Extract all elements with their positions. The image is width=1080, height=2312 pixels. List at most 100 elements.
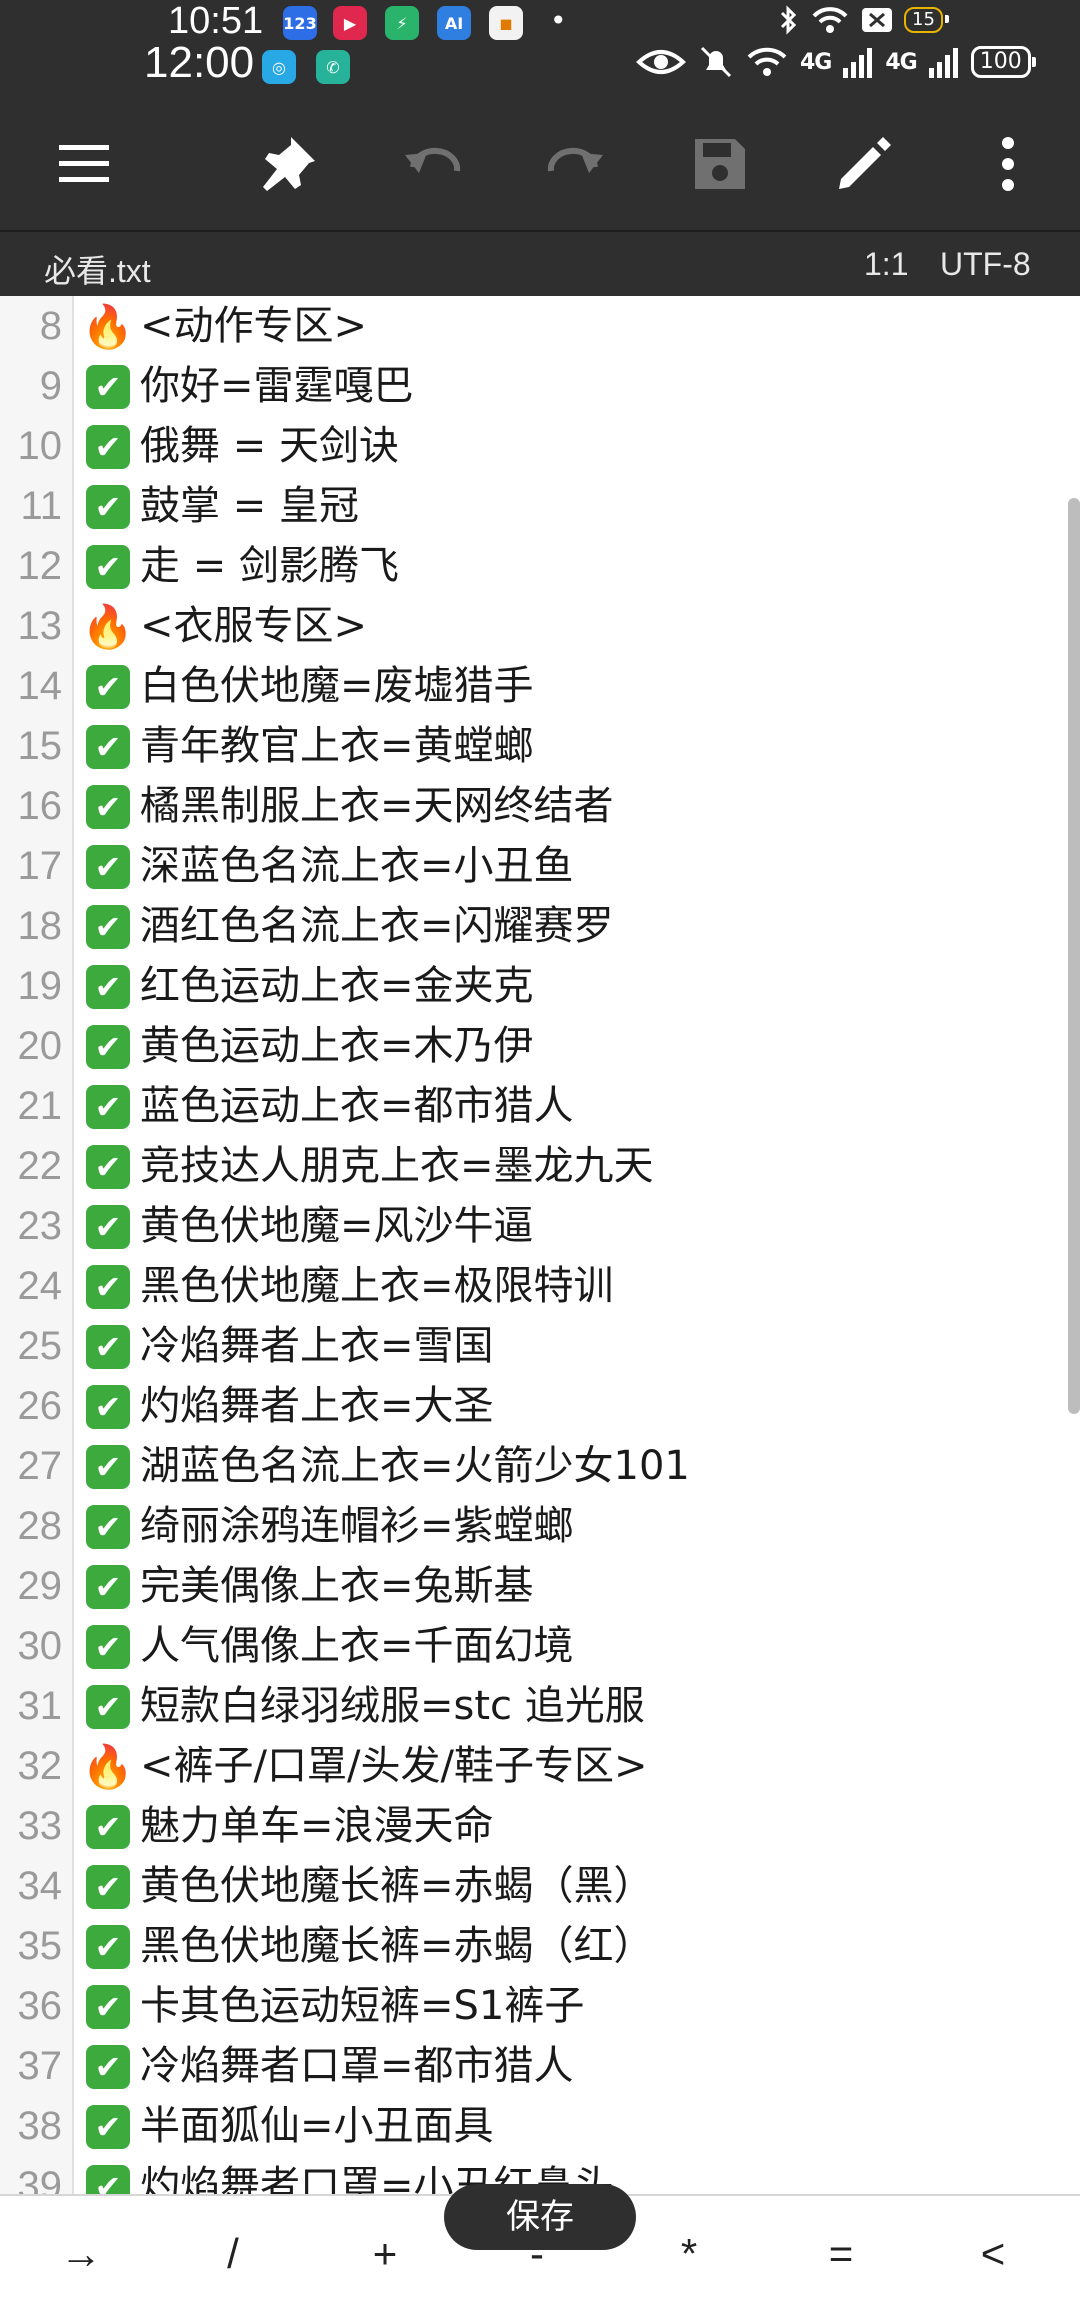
editor-line[interactable]: 25 ✔ 冷焰舞者上衣=雪国 [0, 1316, 1080, 1376]
line-text[interactable]: 俄舞 = 天剑诀 [140, 416, 399, 476]
scrollbar-thumb[interactable] [1068, 498, 1080, 1414]
symbol-equals-key[interactable]: = [776, 2214, 906, 2294]
menu-button[interactable] [36, 116, 132, 212]
line-text[interactable]: 鼓掌 = 皇冠 [140, 476, 359, 536]
status-row2-right: 4G 4G 100 [636, 44, 1036, 80]
symbol-arrow-key[interactable]: → [16, 2214, 146, 2294]
line-text[interactable]: 你好=雷霆嘎巴 [140, 356, 414, 416]
edit-button[interactable] [816, 116, 912, 212]
line-number: 26 [17, 1384, 63, 1428]
editor-line[interactable]: 32 🔥 <裤子/口罩/头发/鞋子专区> [0, 1736, 1080, 1796]
editor-line[interactable]: 17 ✔ 深蓝色名流上衣=小丑鱼 [0, 836, 1080, 896]
line-number: 11 [20, 484, 62, 528]
line-text[interactable]: 完美偶像上衣=兔斯基 [140, 1556, 534, 1616]
redo-button[interactable] [528, 116, 624, 212]
check-mark-icon: ✔ [86, 845, 130, 889]
line-number: 8 [39, 304, 62, 348]
line-number: 37 [17, 2044, 63, 2088]
line-number: 17 [17, 844, 63, 888]
line-text[interactable]: <衣服专区> [140, 596, 367, 656]
line-text[interactable]: 酒红色名流上衣=闪耀赛罗 [140, 896, 614, 956]
line-number: 19 [17, 964, 63, 1008]
editor-line[interactable]: 15 ✔ 青年教官上衣=黄螳螂 [0, 716, 1080, 776]
battery-app-icon: ⚡ [385, 6, 419, 40]
editor-line[interactable]: 16 ✔ 橘黑制服上衣=天网终结者 [0, 776, 1080, 836]
status-row1-right: 15 [776, 4, 949, 36]
symbol-asterisk-key[interactable]: * [624, 2214, 754, 2294]
editor-line[interactable]: 31 ✔ 短款白绿羽绒服=stc 追光服 [0, 1676, 1080, 1736]
editor-line[interactable]: 37 ✔ 冷焰舞者口罩=都市猎人 [0, 2036, 1080, 2096]
wifi-icon [812, 7, 848, 33]
line-text[interactable]: <动作专区> [140, 296, 367, 356]
wifi-signal-icon [747, 47, 787, 76]
symbol-plus-key[interactable]: + [320, 2214, 450, 2294]
line-text[interactable]: 卡其色运动短裤=S1裤子 [140, 1976, 584, 2036]
editor-line[interactable]: 34 ✔ 黄色伏地魔长裤=赤蝎（黑） [0, 1856, 1080, 1916]
editor-line[interactable]: 38 ✔ 半面狐仙=小丑面具 [0, 2096, 1080, 2156]
editor-line[interactable]: 11 ✔ 鼓掌 = 皇冠 [0, 476, 1080, 536]
line-text[interactable]: 灼焰舞者上衣=大圣 [140, 1376, 494, 1436]
editor-line[interactable]: 21 ✔ 蓝色运动上衣=都市猎人 [0, 1076, 1080, 1136]
editor-line[interactable]: 36 ✔ 卡其色运动短裤=S1裤子 [0, 1976, 1080, 2036]
editor-line[interactable]: 35 ✔ 黑色伏地魔长裤=赤蝎（红） [0, 1916, 1080, 1976]
file-info-bar: 必看.txt 1:1 UTF-8 [0, 230, 1080, 298]
line-text[interactable]: 魅力单车=浪漫天命 [140, 1796, 494, 1856]
save-button[interactable] [672, 116, 768, 212]
line-number: 36 [17, 1984, 63, 2028]
editor-line[interactable]: 30 ✔ 人气偶像上衣=千面幻境 [0, 1616, 1080, 1676]
editor-line[interactable]: 9 ✔ 你好=雷霆嘎巴 [0, 356, 1080, 416]
line-text[interactable]: 橘黑制服上衣=天网终结者 [140, 776, 614, 836]
editor-line[interactable]: 28 ✔ 绮丽涂鸦连帽衫=紫螳螂 [0, 1496, 1080, 1556]
check-mark-icon: ✔ [86, 965, 130, 1009]
line-text[interactable]: 竞技达人朋克上衣=墨龙九天 [140, 1136, 654, 1196]
bluetooth-icon [780, 5, 797, 35]
editor-line[interactable]: 8 🔥 <动作专区> [0, 296, 1080, 356]
pin-button[interactable] [240, 116, 336, 212]
line-text[interactable]: 白色伏地魔=废墟猎手 [140, 656, 534, 716]
line-text[interactable]: 青年教官上衣=黄螳螂 [140, 716, 534, 776]
more-options-button[interactable] [960, 116, 1056, 212]
editor-line[interactable]: 23 ✔ 黄色伏地魔=风沙牛逼 [0, 1196, 1080, 1256]
line-text[interactable]: <裤子/口罩/头发/鞋子专区> [140, 1736, 647, 1796]
text-editor[interactable]: 8 🔥 <动作专区> 9 ✔ 你好=雷霆嘎巴 10 ✔ 俄舞 = 天剑诀 11 ✔ 鼓掌 = 皇冠 12… [0, 296, 1080, 2194]
line-text[interactable]: 蓝色运动上衣=都市猎人 [140, 1076, 574, 1136]
edit-icon [839, 137, 891, 189]
line-text[interactable]: 人气偶像上衣=千面幻境 [140, 1616, 574, 1676]
editor-line[interactable]: 18 ✔ 酒红色名流上衣=闪耀赛罗 [0, 896, 1080, 956]
symbol-less-than-key[interactable]: < [928, 2214, 1058, 2294]
line-text[interactable]: 冷焰舞者口罩=都市猎人 [140, 2036, 574, 2096]
file-encoding[interactable]: UTF-8 [940, 246, 1031, 283]
symbol-slash-key[interactable]: / [168, 2214, 298, 2294]
editor-line[interactable]: 22 ✔ 竞技达人朋克上衣=墨龙九天 [0, 1136, 1080, 1196]
line-text[interactable]: 黑色伏地魔长裤=赤蝎（红） [140, 1916, 654, 1976]
line-number: 24 [17, 1264, 63, 1308]
line-text[interactable]: 红色运动上衣=金夹克 [140, 956, 534, 1016]
line-text[interactable]: 短款白绿羽绒服=stc 追光服 [140, 1676, 645, 1736]
undo-button[interactable] [384, 116, 480, 212]
editor-line[interactable]: 19 ✔ 红色运动上衣=金夹克 [0, 956, 1080, 1016]
editor-line[interactable]: 13 🔥 <衣服专区> [0, 596, 1080, 656]
line-text[interactable]: 黑色伏地魔上衣=极限特训 [140, 1256, 614, 1316]
line-text[interactable]: 走 = 剑影腾飞 [140, 536, 399, 596]
check-mark-icon: ✔ [86, 2165, 130, 2194]
line-text[interactable]: 湖蓝色名流上衣=火箭少女101 [140, 1436, 690, 1496]
line-number: 10 [17, 424, 63, 468]
line-text[interactable]: 冷焰舞者上衣=雪国 [140, 1316, 494, 1376]
editor-line[interactable]: 12 ✔ 走 = 剑影腾飞 [0, 536, 1080, 596]
line-text[interactable]: 黄色运动上衣=木乃伊 [140, 1016, 534, 1076]
editor-line[interactable]: 27 ✔ 湖蓝色名流上衣=火箭少女101 [0, 1436, 1080, 1496]
line-text[interactable]: 黄色伏地魔=风沙牛逼 [140, 1196, 534, 1256]
check-mark-icon: ✔ [86, 1685, 130, 1729]
line-text[interactable]: 黄色伏地魔长裤=赤蝎（黑） [140, 1856, 654, 1916]
editor-line[interactable]: 14 ✔ 白色伏地魔=废墟猎手 [0, 656, 1080, 716]
editor-line[interactable]: 20 ✔ 黄色运动上衣=木乃伊 [0, 1016, 1080, 1076]
line-text[interactable]: 深蓝色名流上衣=小丑鱼 [140, 836, 574, 896]
line-text[interactable]: 绮丽涂鸦连帽衫=紫螳螂 [140, 1496, 574, 1556]
status-time-primary: 10:51 [168, 0, 264, 42]
editor-line[interactable]: 29 ✔ 完美偶像上衣=兔斯基 [0, 1556, 1080, 1616]
editor-line[interactable]: 33 ✔ 魅力单车=浪漫天命 [0, 1796, 1080, 1856]
editor-line[interactable]: 24 ✔ 黑色伏地魔上衣=极限特训 [0, 1256, 1080, 1316]
line-text[interactable]: 半面狐仙=小丑面具 [140, 2096, 494, 2156]
editor-line[interactable]: 10 ✔ 俄舞 = 天剑诀 [0, 416, 1080, 476]
editor-line[interactable]: 26 ✔ 灼焰舞者上衣=大圣 [0, 1376, 1080, 1436]
